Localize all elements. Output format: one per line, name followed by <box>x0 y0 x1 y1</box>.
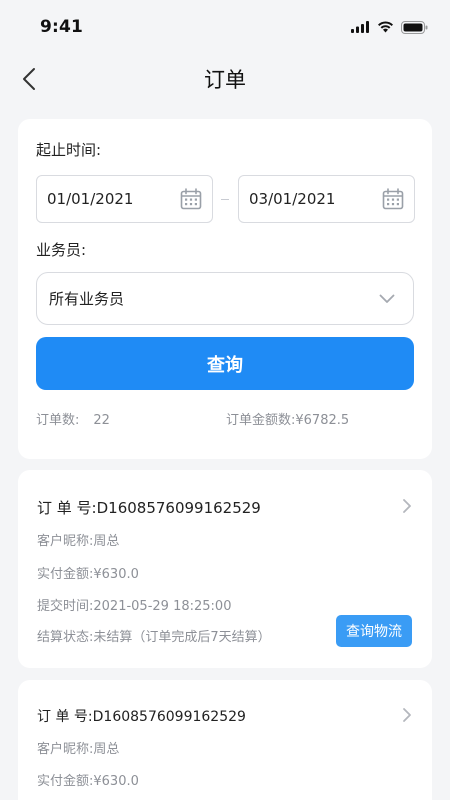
status-icons <box>351 20 428 34</box>
calendar-icon <box>180 188 202 210</box>
chevron-right-icon[interactable] <box>402 498 412 514</box>
paid-amount: 实付金额:¥630.0 <box>37 563 139 582</box>
customer-value: 周总 <box>93 534 120 549</box>
chevron-down-icon <box>379 294 395 303</box>
status-time: 9:41 <box>40 17 84 37</box>
salesperson-selected-value: 所有业务员 <box>49 290 125 308</box>
salesperson-select[interactable]: 所有业务员 <box>36 272 414 325</box>
order-count-value: 22 <box>93 413 110 428</box>
start-date-value: 01/01/2021 <box>47 190 134 208</box>
order-card[interactable]: 订 单 号:D1608576099162529 客户昵称:周总 实付金额:¥63… <box>18 470 432 668</box>
order-amount-value: ¥6782.5 <box>295 413 350 428</box>
page-title: 订单 <box>204 68 246 92</box>
date-range-separator <box>221 199 229 200</box>
paid-amount-value: ¥630.0 <box>93 567 139 582</box>
order-count-label: 订单数: <box>36 413 80 428</box>
customer-nickname: 客户昵称:周总 <box>37 738 119 757</box>
submit-time-label: 提交时间: <box>37 599 94 614</box>
end-date-value: 03/01/2021 <box>249 190 336 208</box>
paid-amount: 实付金额:¥630.0 <box>37 770 139 789</box>
order-number-label: 订 单 号: <box>37 499 97 517</box>
chevron-left-icon <box>23 68 35 90</box>
order-number-value: D1608576099162529 <box>96 499 261 517</box>
date-range-label: 起止时间: <box>36 141 102 159</box>
order-amount-label: 订单金额数: <box>226 413 296 428</box>
customer-nickname: 客户昵称:周总 <box>37 530 119 549</box>
order-amount-summary: 订单金额数:¥6782.5 <box>226 409 349 428</box>
order-count-summary: 订单数: 22 <box>36 409 110 428</box>
settlement-status: 结算状态:未结算（订单完成后7天结算） <box>37 626 271 645</box>
wifi-icon <box>378 21 393 33</box>
order-number-label: 订 单 号: <box>37 709 93 725</box>
start-date-input[interactable]: 01/01/2021 <box>36 175 213 223</box>
nav-bar: 订单 <box>0 54 450 104</box>
query-button[interactable]: 查询 <box>36 337 414 390</box>
calendar-icon <box>382 188 404 210</box>
back-button[interactable] <box>14 64 44 94</box>
customer-label: 客户昵称: <box>37 534 94 549</box>
salesperson-label: 业务员: <box>36 241 87 259</box>
end-date-input[interactable]: 03/01/2021 <box>238 175 415 223</box>
customer-value: 周总 <box>93 742 120 757</box>
cellular-signal-icon <box>351 21 369 33</box>
order-card[interactable]: 订 单 号:D1608576099162529 客户昵称:周总 实付金额:¥63… <box>18 680 432 800</box>
submit-time-value: 2021-05-29 18:25:00 <box>93 599 232 614</box>
paid-amount-label: 实付金额: <box>37 774 94 789</box>
chevron-right-icon[interactable] <box>402 707 412 723</box>
order-number: 订 单 号:D1608576099162529 <box>37 497 261 518</box>
order-number-value: D1608576099162529 <box>92 709 246 725</box>
submit-time: 提交时间:2021-05-29 18:25:00 <box>37 595 231 614</box>
customer-label: 客户昵称: <box>37 742 94 757</box>
paid-amount-label: 实付金额: <box>37 567 94 582</box>
paid-amount-value: ¥630.0 <box>93 774 139 789</box>
order-number: 订 单 号:D1608576099162529 <box>37 706 246 726</box>
battery-icon <box>401 20 428 34</box>
settlement-status-label: 结算状态: <box>37 630 94 645</box>
status-bar: 9:41 <box>0 0 450 54</box>
filter-card: 起止时间: 01/01/2021 03/01/2021 业务员: 所有业务员 查… <box>18 119 432 459</box>
settlement-status-value: 未结算（订单完成后7天结算） <box>93 630 271 645</box>
query-logistics-button[interactable]: 查询物流 <box>336 615 412 647</box>
